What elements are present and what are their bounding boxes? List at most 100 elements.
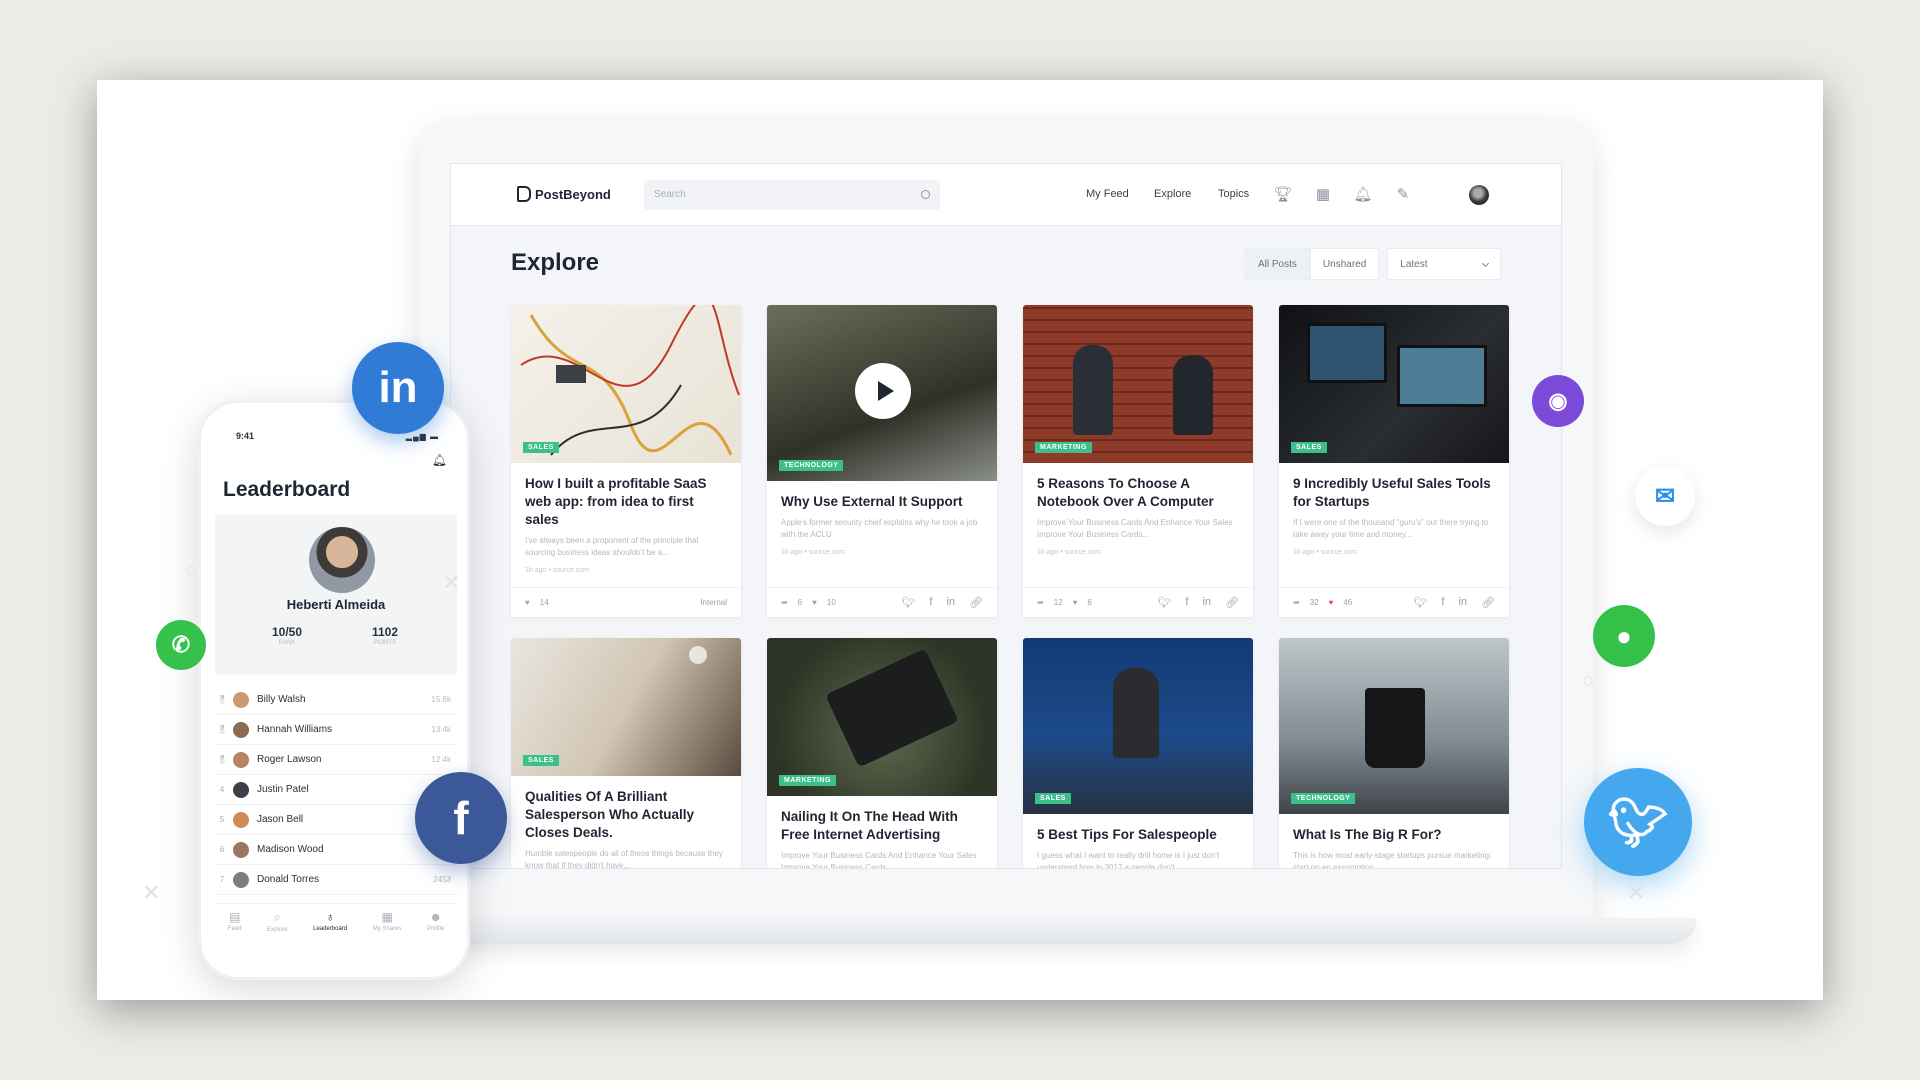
twitter-share-icon[interactable]: 🐦︎ — [1157, 596, 1171, 609]
profile-icon: ☻ — [429, 910, 442, 924]
bell-icon[interactable]: 🔔︎ — [432, 453, 447, 467]
tab-label: Feed — [227, 926, 242, 932]
points-value: 1102 — [371, 625, 399, 639]
link-icon[interactable]: 🔗︎ — [969, 596, 983, 609]
nav-topics[interactable]: Topics — [1218, 188, 1249, 200]
leaderboard-row[interactable]: 🥉︎ Roger Lawson 12.4k — [215, 745, 457, 775]
leaderboard-row[interactable]: 7 Donald Torres 2453 — [215, 865, 457, 895]
facebook-icon: f — [415, 772, 507, 864]
category-tag: TECHNOLOGY — [779, 460, 844, 471]
linkedin-icon: in — [352, 342, 444, 434]
like-count: 46 — [1343, 598, 1353, 607]
share-actions: 🐦︎ f in 🔗︎ — [1413, 596, 1495, 609]
nav-my-feed[interactable]: My Feed — [1086, 188, 1129, 200]
bell-icon[interactable]: 🔔︎ — [1353, 184, 1373, 204]
whatsapp-icon: ✆ — [156, 620, 206, 670]
leaderboard-row[interactable]: 🥇︎ Billy Walsh 15.6k — [215, 685, 457, 715]
tab-feed[interactable]: ▤ Feed — [228, 904, 242, 947]
category-tag: SALES — [523, 442, 559, 453]
tab-label: Leaderboard — [313, 926, 348, 932]
avatar[interactable] — [309, 527, 375, 593]
post-meta: 1h ago • source.com — [525, 567, 589, 574]
leaderboard-row[interactable]: 🥈︎ Hannah Williams 13.4k — [215, 715, 457, 745]
phone-graphic — [825, 648, 959, 768]
trophy-icon[interactable]: 🏆︎ — [1273, 184, 1293, 204]
twitter-share-icon[interactable]: 🐦︎ — [1413, 596, 1427, 609]
facebook-share-icon[interactable]: f — [929, 596, 932, 609]
filter-unshared[interactable]: Unshared — [1309, 248, 1380, 280]
linkedin-share-icon[interactable]: in — [946, 596, 955, 609]
compose-icon[interactable]: ✎ — [1393, 184, 1413, 204]
laptop-base — [397, 918, 1697, 944]
filter-group: All Posts Unshared Latest — [1245, 248, 1502, 280]
search-input[interactable]: Search — [644, 180, 940, 210]
avatar — [233, 811, 249, 828]
presentation-canvas: PostBeyond Search My Feed Explore Topics… — [97, 80, 1823, 1000]
user-avatar[interactable] — [1469, 185, 1489, 205]
linkedin-share-icon[interactable]: in — [1202, 596, 1211, 609]
post-image: MARKETING — [1023, 305, 1253, 463]
signal-battery-icon: ▂▄▆ ▬ — [405, 432, 439, 441]
post-title[interactable]: Qualities Of A Brilliant Salesperson Who… — [525, 788, 727, 842]
leader-rank: 7 — [219, 875, 225, 884]
post-title[interactable]: 9 Incredibly Useful Sales Tools for Star… — [1293, 475, 1495, 511]
liked-icon[interactable]: ♥ — [1329, 598, 1334, 607]
post-card[interactable]: TECHNOLOGY What Is The Big R For? This i… — [1279, 638, 1509, 868]
post-card[interactable]: SALES How I built a profitable SaaS web … — [511, 305, 741, 617]
circle-decor-icon: ○ — [185, 560, 198, 582]
medal-icon: ♁ — [325, 910, 335, 924]
like-icon[interactable]: ♥ — [812, 598, 817, 607]
filter-all-posts[interactable]: All Posts — [1245, 248, 1310, 280]
facebook-share-icon[interactable]: f — [1441, 596, 1444, 609]
share-icon: ➦ — [781, 598, 788, 607]
points-stat: 1102 POINTS — [355, 625, 415, 646]
tab-leaderboard[interactable]: ♁ Leaderboard — [313, 904, 347, 947]
post-excerpt: Apple's former security chief explains w… — [781, 518, 978, 539]
instagram-icon: ◉ — [1532, 375, 1584, 427]
bookmark-icon[interactable] — [689, 646, 707, 664]
post-excerpt: Improve Your Business Cards And Enhance … — [781, 851, 977, 869]
post-title[interactable]: 5 Best Tips For Salespeople — [1037, 826, 1239, 844]
avatar — [233, 871, 249, 888]
like-icon[interactable]: ♥ — [1073, 598, 1078, 607]
search-icon: ⌕ — [273, 910, 281, 924]
sort-select[interactable]: Latest — [1387, 248, 1502, 280]
post-card[interactable]: SALES Qualities Of A Brilliant Salespers… — [511, 638, 741, 868]
twitter-share-icon[interactable]: 🐦︎ — [901, 596, 915, 609]
post-card[interactable]: MARKETING 5 Reasons To Choose A Notebook… — [1023, 305, 1253, 617]
post-card[interactable]: MARKETING Nailing It On The Head With Fr… — [767, 638, 997, 869]
play-video-icon[interactable] — [855, 363, 911, 419]
post-title[interactable]: How I built a profitable SaaS web app: f… — [525, 475, 727, 529]
user-summary: Heberti Almeida 10/50 RANK 1102 POINTS — [215, 515, 457, 675]
postbeyond-logo[interactable]: PostBeyond — [517, 186, 611, 202]
link-icon[interactable]: 🔗︎ — [1481, 596, 1495, 609]
like-icon[interactable]: ♥ — [525, 598, 530, 607]
post-title[interactable]: What Is The Big R For? — [1293, 826, 1495, 844]
link-icon[interactable]: 🔗︎ — [1225, 596, 1239, 609]
person-silhouette — [1173, 355, 1213, 435]
leader-rank: 6 — [219, 845, 225, 854]
tab-my-shares[interactable]: ▦ My Shares — [373, 904, 402, 947]
post-title[interactable]: Nailing It On The Head With Free Interne… — [781, 808, 983, 844]
post-title[interactable]: Why Use External It Support — [781, 493, 983, 511]
rank-stat: 10/50 RANK — [257, 625, 317, 646]
like-count: 14 — [539, 598, 549, 607]
post-image: MARKETING — [767, 638, 997, 796]
circle-decor-icon: ○ — [1582, 670, 1595, 692]
post-meta: 1h ago • source.com — [1293, 549, 1357, 556]
nav-explore[interactable]: Explore — [1154, 188, 1191, 200]
share-count: 32 — [1309, 598, 1319, 607]
like-count: 10 — [826, 598, 836, 607]
post-title[interactable]: 5 Reasons To Choose A Notebook Over A Co… — [1037, 475, 1239, 511]
linkedin-share-icon[interactable]: in — [1458, 596, 1467, 609]
facebook-share-icon[interactable]: f — [1185, 596, 1188, 609]
post-card[interactable]: SALES 9 Incredibly Useful Sales Tools fo… — [1279, 305, 1509, 617]
calendar-icon[interactable]: ▦ — [1313, 184, 1333, 204]
user-name: Heberti Almeida — [286, 597, 386, 612]
category-tag: MARKETING — [779, 775, 836, 786]
post-card[interactable]: SALES 5 Best Tips For Salespeople I gues… — [1023, 638, 1253, 868]
tab-profile[interactable]: ☻ Profile — [427, 904, 444, 947]
monitor-graphic — [1397, 345, 1487, 407]
tab-explore[interactable]: ⌕ Explore — [267, 904, 287, 947]
post-card[interactable]: TECHNOLOGY Why Use External It Support A… — [767, 305, 997, 617]
